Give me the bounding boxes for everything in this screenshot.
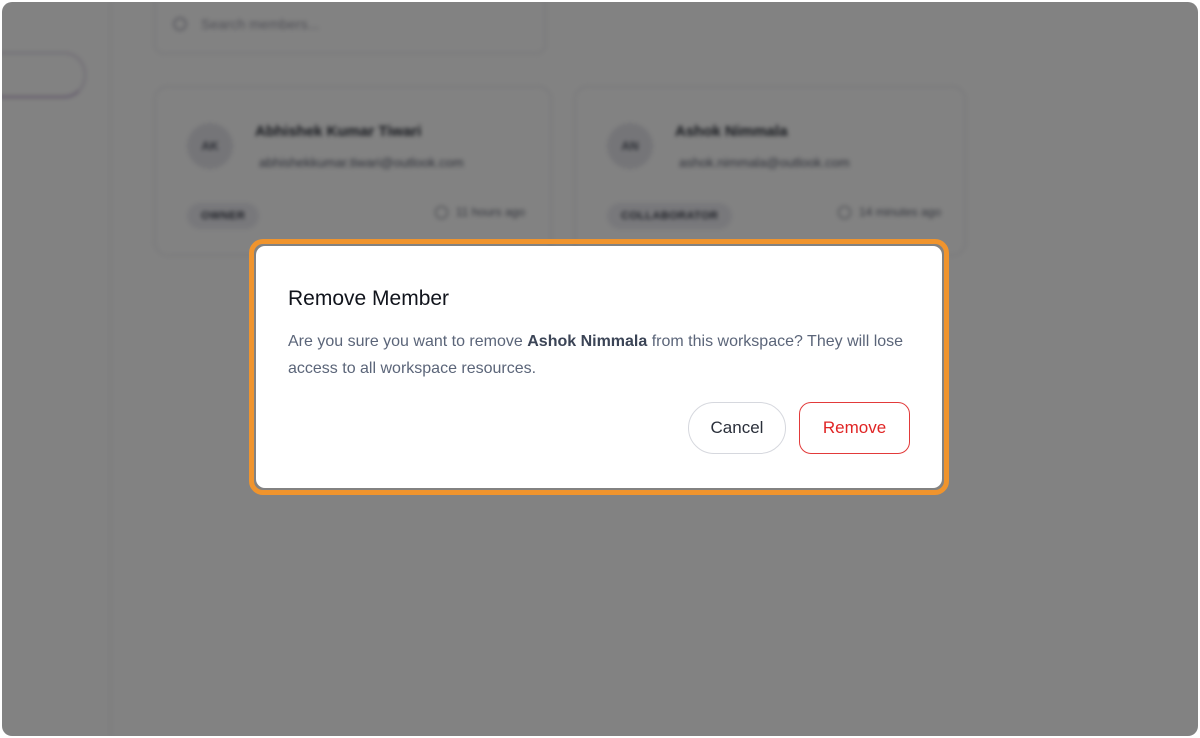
dialog-title: Remove Member — [288, 287, 450, 310]
remove-member-dialog: Remove Member Are you sure you want to r… — [256, 246, 942, 488]
remove-button[interactable]: Remove — [799, 402, 910, 454]
app-window: Search members... AK Abhishek Kumar Tiwa… — [2, 2, 1198, 736]
cancel-button[interactable]: Cancel — [688, 402, 786, 454]
dialog-message: Are you sure you want to remove Ashok Ni… — [288, 328, 928, 382]
message-prefix: Are you sure you want to remove — [288, 333, 528, 350]
member-name-highlight: Ashok Nimmala — [527, 333, 648, 350]
